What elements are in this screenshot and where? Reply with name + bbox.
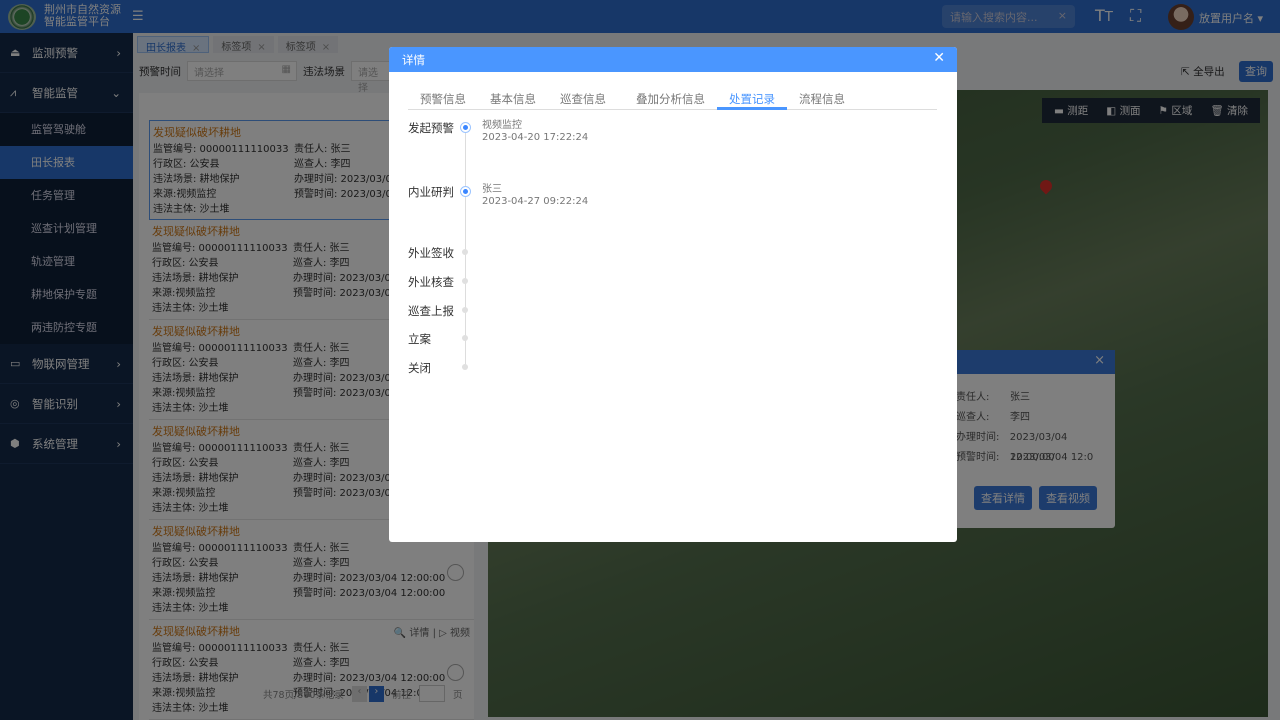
- tab-disposal-record[interactable]: 处置记录: [717, 89, 787, 110]
- step-label: 发起预警: [408, 121, 454, 135]
- tab-inspection-info[interactable]: 巡查信息: [548, 89, 618, 110]
- step-done-dot-icon: [460, 186, 471, 197]
- step-done-dot-icon: [460, 122, 471, 133]
- step-label: 外业签收: [408, 246, 454, 260]
- step-label: 内业研判: [408, 185, 454, 199]
- tab-process-info[interactable]: 流程信息: [787, 89, 857, 110]
- step-label: 外业核查: [408, 275, 454, 289]
- modal-title: 详情: [402, 53, 425, 67]
- step-person: 视频监控: [482, 120, 522, 131]
- step-label: 关闭: [408, 361, 431, 375]
- step-time: 2023-04-20 17:22:24: [482, 132, 589, 143]
- close-icon[interactable]: ✕: [933, 50, 945, 66]
- detail-modal: 详情 ✕ 预警信息 基本信息 巡查信息 叠加分析信息 处置记录 流程信息 发起预警…: [389, 47, 957, 542]
- step-pending-dot-icon: [462, 278, 468, 284]
- step-pending-dot-icon: [462, 364, 468, 370]
- tab-warning-info[interactable]: 预警信息: [408, 89, 478, 110]
- step-label: 立案: [408, 332, 431, 346]
- tab-overlay-analysis[interactable]: 叠加分析信息: [624, 89, 717, 110]
- tab-basic-info[interactable]: 基本信息: [478, 89, 548, 110]
- step-pending-dot-icon: [462, 335, 468, 341]
- modal-tabs: 预警信息 基本信息 巡查信息 叠加分析信息 处置记录 流程信息: [408, 89, 937, 110]
- step-person: 张三: [482, 184, 502, 195]
- step-pending-dot-icon: [462, 307, 468, 313]
- step-pending-dot-icon: [462, 249, 468, 255]
- step-time: 2023-04-27 09:22:24: [482, 196, 589, 207]
- timeline-line: [465, 127, 466, 367]
- step-label: 巡查上报: [408, 304, 454, 318]
